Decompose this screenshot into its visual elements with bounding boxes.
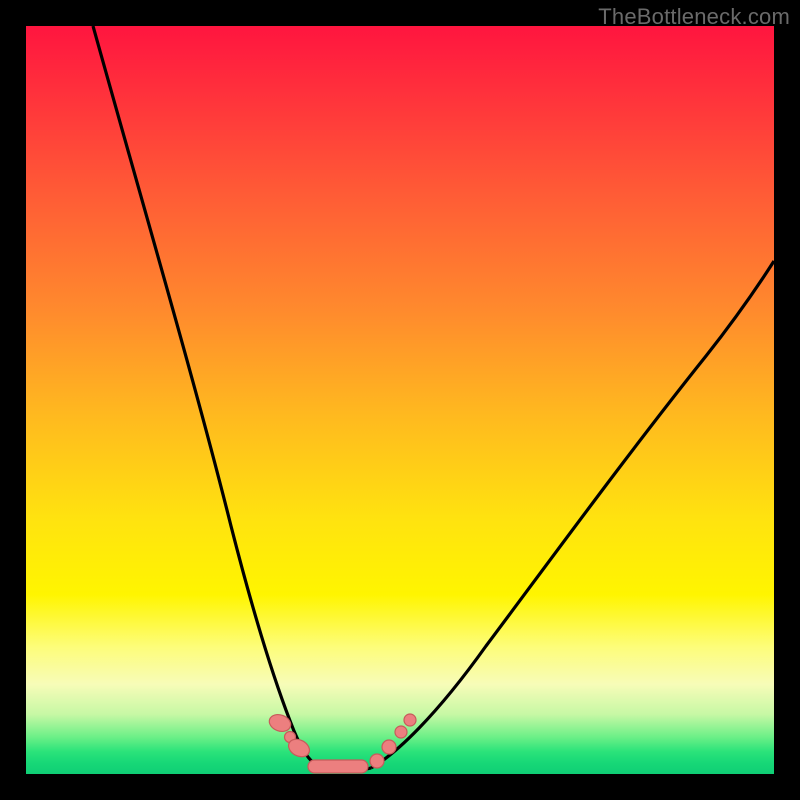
curve-right	[371, 261, 774, 768]
plot-area	[26, 26, 774, 774]
watermark-text: TheBottleneck.com	[598, 4, 790, 30]
outer-frame: TheBottleneck.com	[0, 0, 800, 800]
marker-dot-right-3	[395, 726, 407, 738]
marker-longpill-floor	[308, 760, 368, 773]
marker-dot-right-2	[382, 740, 396, 754]
chart-canvas	[26, 26, 774, 774]
marker-dot-right-4	[404, 714, 416, 726]
marker-dot-right-1	[370, 754, 384, 768]
curve-left	[93, 26, 318, 766]
